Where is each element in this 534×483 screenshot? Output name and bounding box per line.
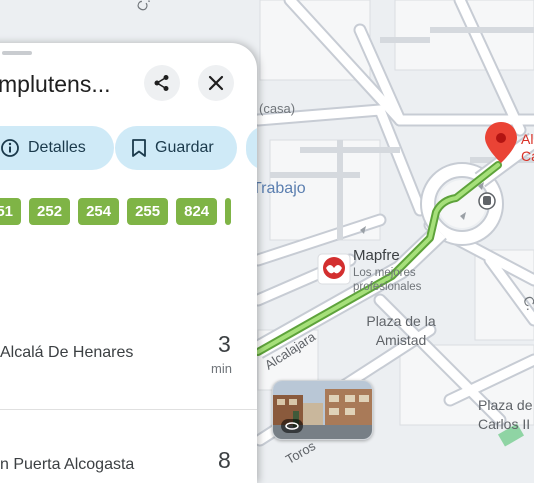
- close-icon: [208, 75, 224, 91]
- save-button[interactable]: Guardar: [115, 126, 237, 170]
- bus-line-badge-partial[interactable]: [225, 198, 232, 225]
- bus-lines: 251 252 254 255 824: [0, 198, 232, 225]
- map-label-plaza-amistad: Plaza de la Amistad: [366, 313, 436, 348]
- details-label: Detalles: [28, 139, 86, 156]
- map-label-mapfre[interactable]: Mapfre: [353, 247, 400, 264]
- details-button[interactable]: Detalles: [0, 126, 114, 170]
- departure-destination: n Puerta Alcogasta: [0, 456, 135, 473]
- departure-minutes: 8: [218, 447, 231, 473]
- map-label-destination[interactable]: Al Ca: [521, 131, 534, 165]
- street-view-icon: [281, 419, 303, 433]
- departure-minutes: 3: [218, 331, 231, 357]
- bus-line-badge[interactable]: 255: [127, 198, 169, 225]
- place-title: mplutens...: [0, 71, 111, 97]
- drag-handle[interactable]: [2, 51, 32, 55]
- bus-line-badge[interactable]: 254: [78, 198, 120, 225]
- save-label: Guardar: [155, 139, 214, 156]
- map-label-trabajo: Trabajo: [252, 180, 306, 197]
- more-actions-pill[interactable]: [246, 126, 257, 170]
- map-label-casa: (casa): [259, 101, 296, 116]
- share-button[interactable]: [144, 65, 180, 101]
- bus-line-badge[interactable]: 252: [29, 198, 71, 225]
- bus-stop-icon: [478, 192, 496, 210]
- map-label-plaza-carlos: Plaza de Carlos II: [478, 397, 533, 432]
- mapfre-marker-icon: [317, 253, 351, 285]
- departure-destination: Alcalá De Henares: [0, 344, 134, 361]
- share-icon: [154, 75, 169, 91]
- close-button[interactable]: [198, 65, 234, 101]
- place-details-panel[interactable]: mplutens... Detalles Guardar 251 252 254: [0, 43, 257, 483]
- departure-unit: min: [211, 361, 232, 376]
- bus-line-badge[interactable]: 824: [176, 198, 218, 225]
- bookmark-icon: [132, 139, 146, 157]
- map-label-mapfre-desc: Los mejores profesionales: [353, 267, 422, 293]
- street-view-thumbnail[interactable]: [272, 380, 373, 440]
- bus-line-badge[interactable]: 251: [0, 198, 22, 225]
- divider: [0, 409, 257, 410]
- info-icon: [1, 139, 19, 157]
